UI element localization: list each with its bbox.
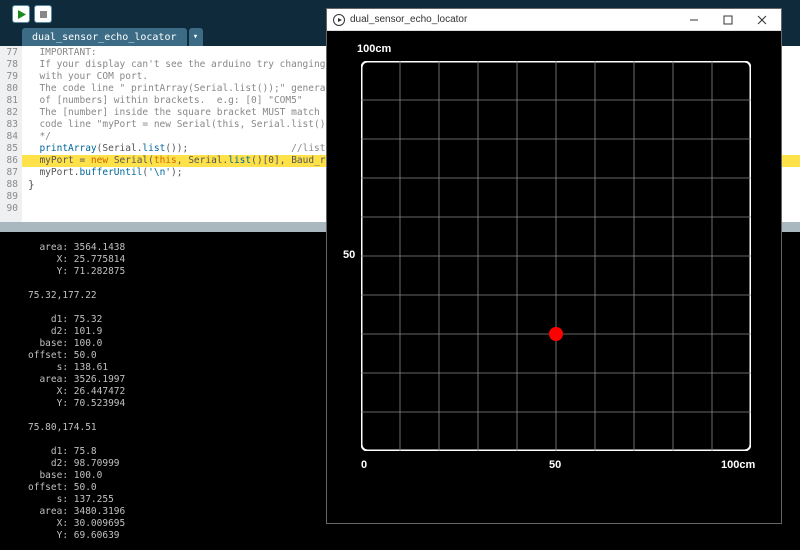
locator-canvas: 100cm 50 0 50 100cm [327,31,781,523]
maximize-button[interactable] [711,9,745,31]
x-axis-origin-label: 0 [361,459,367,471]
x-axis-right-label: 100cm [721,459,755,471]
y-axis-mid-label: 50 [343,249,355,261]
minimize-button[interactable] [677,9,711,31]
window-title: dual_sensor_echo_locator [350,14,467,25]
chart-grid [361,61,751,451]
locator-window: dual_sensor_echo_locator 100cm 50 0 50 1… [326,8,782,524]
echo-point [549,327,563,341]
y-axis-top-label: 100cm [357,43,391,55]
app-icon [333,14,345,26]
window-titlebar[interactable]: dual_sensor_echo_locator [327,9,781,31]
tab-sketch[interactable]: dual_sensor_echo_locator [22,28,187,46]
line-gutter: 7778798081828384858687888990 [0,46,22,222]
x-axis-mid-label: 50 [549,459,561,471]
run-button[interactable] [12,5,30,23]
tab-dropdown[interactable]: ▾ [189,28,203,46]
stop-button[interactable] [34,5,52,23]
close-button[interactable] [745,9,779,31]
